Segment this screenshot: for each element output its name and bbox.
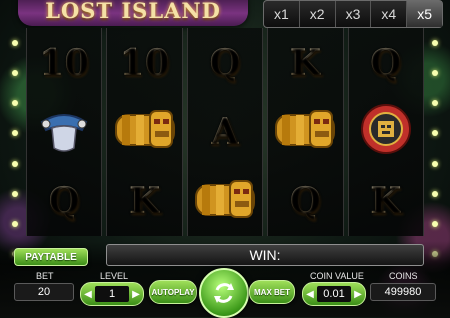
reel-2: 10 K — [106, 28, 183, 236]
reel-symbol: K — [349, 167, 423, 236]
level-stepper: ◀ 1 ▶ — [80, 282, 144, 306]
symbol-letter: 10 — [119, 41, 170, 84]
multiplier-4: x4 — [371, 1, 408, 27]
multiplier-bar: x1 x2 x3 x4 x5 — [263, 0, 443, 28]
coin-value: 0.01 — [317, 286, 351, 302]
multiplier-3: x3 — [336, 1, 372, 27]
reel-symbol: Q — [188, 28, 262, 97]
spin-arrows-icon — [214, 283, 234, 303]
symbol-letter: Q — [48, 180, 80, 223]
reel-symbol: K — [107, 167, 181, 236]
reel-symbol: 10 — [27, 28, 101, 97]
reel-3: QA — [186, 28, 264, 236]
bet-value: 20 — [14, 283, 74, 301]
right-light-strip — [432, 40, 438, 257]
symbol-letter: K — [370, 180, 402, 223]
golden-idol-icon — [112, 105, 178, 158]
reel-symbol: 10 — [107, 28, 181, 97]
coin-decrease-icon[interactable]: ◀ — [303, 289, 317, 300]
reel-5: QK — [347, 28, 425, 236]
reel-area: 10 Q 10 K Q A K Q Q K — [26, 28, 425, 236]
max-bet-button[interactable]: MAX BET — [249, 280, 295, 304]
reel-symbol — [27, 97, 101, 166]
reel-4: KQ — [267, 28, 344, 236]
left-light-strip — [12, 40, 18, 257]
reel-symbol — [107, 97, 181, 166]
reel-symbol: A — [188, 97, 262, 166]
multiplier-2: x2 — [300, 1, 336, 27]
coins-value: 499980 — [370, 283, 436, 301]
multiplier-5: x5 — [407, 1, 442, 27]
level-increase-icon[interactable]: ▶ — [129, 289, 143, 300]
coin-value-label: COIN VALUE — [310, 271, 364, 281]
symbol-letter: Q — [370, 41, 402, 84]
game-logo: LOST ISLAND — [18, 0, 248, 26]
stone-mask-icon — [36, 104, 92, 159]
golden-idol-icon — [192, 175, 258, 228]
paytable-button[interactable]: PAYTABLE — [14, 248, 88, 266]
game-title: LOST ISLAND — [45, 0, 221, 23]
symbol-letter: K — [289, 41, 322, 84]
reel-symbol: K — [268, 28, 342, 97]
medallion-icon — [360, 103, 412, 160]
symbol-letter: K — [128, 180, 161, 223]
win-display: WIN: — [106, 244, 424, 266]
level-label: LEVEL — [100, 271, 129, 281]
bet-label: BET — [36, 271, 54, 281]
reel-symbol — [188, 167, 262, 236]
spin-button[interactable] — [199, 268, 249, 318]
coin-value-stepper: ◀ 0.01 ▶ — [302, 282, 366, 306]
coins-label: COINS — [389, 271, 418, 281]
symbol-letter: A — [211, 110, 239, 153]
symbol-letter: 10 — [39, 41, 90, 84]
coin-increase-icon[interactable]: ▶ — [351, 289, 365, 300]
reel-symbol: Q — [268, 167, 342, 236]
symbol-letter: Q — [289, 180, 322, 223]
autoplay-button[interactable]: AUTOPLAY — [149, 280, 197, 304]
reel-symbol: Q — [349, 28, 423, 97]
symbol-letter: Q — [209, 41, 241, 84]
reel-symbol — [268, 97, 342, 166]
multiplier-1: x1 — [264, 1, 300, 27]
level-decrease-icon[interactable]: ◀ — [81, 289, 95, 300]
level-value: 1 — [95, 286, 129, 302]
reel-symbol: Q — [27, 167, 101, 236]
reel-symbol — [349, 97, 423, 166]
reel-1: 10 Q — [26, 28, 103, 236]
win-label: WIN: — [249, 247, 281, 263]
golden-idol-icon — [272, 105, 338, 158]
